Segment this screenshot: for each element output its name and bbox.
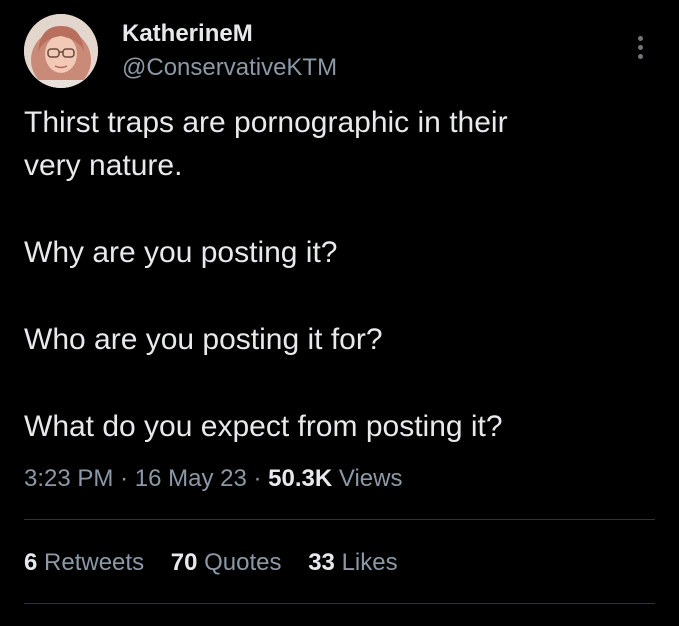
tweet-meta: 3:23 PM · 16 May 23 · 50.3K Views [24,464,402,494]
views-count: 50.3K [268,465,333,492]
likes-stat[interactable]: 33 Likes [308,548,397,578]
tweet-text-line: Who are you posting it for? [24,323,383,356]
avatar[interactable] [24,14,98,88]
engagement-stats: 6 Retweets 70 Quotes 33 Likes [24,548,418,578]
likes-label: Likes [341,549,398,576]
quotes-stat[interactable]: 70 Quotes [171,548,282,578]
views-label: Views [338,465,403,492]
tweet-text-line: very nature. [24,149,183,182]
retweets-count: 6 [24,549,38,576]
tweet-text-line: Why are you posting it? [24,236,338,269]
quotes-label: Quotes [204,549,282,576]
tweet-text-line: What do you expect from posting it? [24,410,503,443]
tweet-text-line: Thirst traps are pornographic in their [24,106,508,139]
divider [24,519,655,520]
tweet-card: KatherineM @ConservativeKTM Thirst traps… [0,0,679,626]
tweet-date[interactable]: 16 May 23 [135,465,247,492]
tweet-time[interactable]: 3:23 PM [24,465,113,492]
meta-separator: · [253,465,262,492]
avatar-image [24,14,98,88]
quotes-count: 70 [170,549,198,576]
retweets-stat[interactable]: 6 Retweets [24,548,144,578]
retweets-label: Retweets [44,549,145,576]
divider [24,603,655,604]
more-vertical-icon[interactable] [628,32,652,62]
display-name[interactable]: KatherineM [122,20,253,48]
user-handle[interactable]: @ConservativeKTM [122,54,337,82]
likes-count: 33 [308,549,335,576]
meta-separator: · [120,465,129,492]
